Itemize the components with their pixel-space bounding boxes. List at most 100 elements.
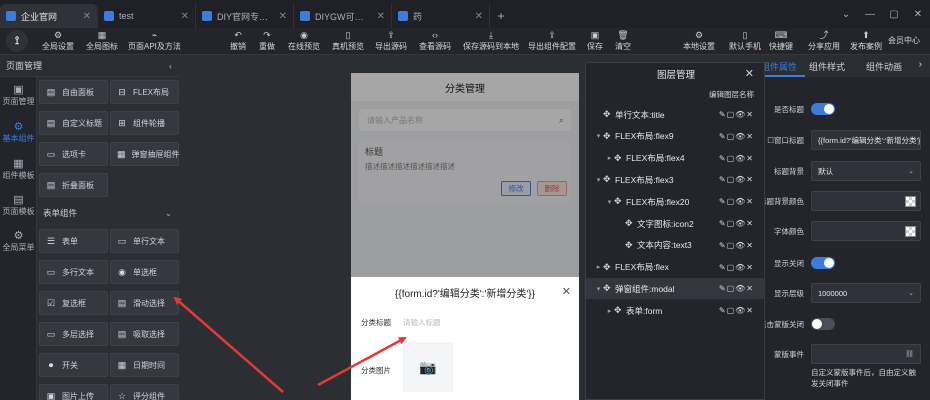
global-settings-button[interactable]: ⚙ 全局设置 bbox=[42, 30, 74, 52]
component-tabs[interactable]: ▭ 选项卡 bbox=[39, 142, 108, 166]
layer-row[interactable]: ▸ ✥ FLEX布局:flex ✎▢👁✕ bbox=[586, 257, 764, 278]
font-color-picker[interactable] bbox=[811, 221, 921, 241]
local-settings-button[interactable]: ⚙ 本地设置 bbox=[683, 30, 715, 52]
move-icon[interactable]: ✥ bbox=[603, 262, 615, 273]
component-collapse[interactable]: ▤ 折叠面板 bbox=[39, 173, 108, 197]
component-image-upload[interactable]: ▣ 图片上传 bbox=[39, 384, 108, 400]
chevron-right-icon[interactable]: › bbox=[919, 59, 922, 70]
rail-item-page-manage[interactable]: ▣ 页面管理 bbox=[0, 84, 37, 107]
mask-event-input[interactable]: ⛓ bbox=[811, 344, 921, 364]
close-icon[interactable]: ✕ bbox=[279, 11, 287, 22]
layer-actions[interactable]: ✎▢👁✕ bbox=[719, 132, 754, 141]
minimize-icon[interactable]: — bbox=[858, 0, 882, 28]
mask-close-toggle[interactable] bbox=[811, 318, 835, 330]
layer-row[interactable]: ▾ ✥ FLEX布局:flex20 ✎▢👁✕ bbox=[586, 191, 764, 212]
caret-icon[interactable]: ▾ bbox=[594, 132, 603, 140]
caret-icon[interactable]: ▸ bbox=[605, 307, 614, 315]
layer-actions[interactable]: ✎▢👁✕ bbox=[719, 284, 754, 293]
save-button[interactable]: ▣ 保存 bbox=[587, 30, 603, 52]
form-section-header[interactable]: 表单组件 ⌄ bbox=[37, 204, 180, 222]
move-icon[interactable]: ✥ bbox=[614, 153, 626, 164]
browser-tab[interactable]: DIY官网专注微信... ✕ bbox=[196, 4, 294, 28]
component-cascade[interactable]: ▭ 多层选择 bbox=[39, 322, 108, 346]
caret-icon[interactable]: ▸ bbox=[605, 154, 614, 162]
save-local-button[interactable]: ⤓ 保存源码到本地 bbox=[463, 30, 519, 52]
layer-row[interactable]: ▾ ✥ 弹窗组件:modal ✎▢👁✕ bbox=[586, 278, 764, 300]
tab-component-props[interactable]: 组件属性 bbox=[761, 60, 797, 73]
clear-button[interactable]: 🗑 清空 bbox=[615, 30, 631, 52]
component-radio[interactable]: ◉ 单选框 bbox=[110, 260, 179, 284]
component-drawer[interactable]: ▦ 弹窗抽屉组件 bbox=[110, 142, 180, 166]
component-single-text[interactable]: ▭ 单行文本 bbox=[110, 229, 179, 253]
layer-actions[interactable]: ✎▢👁✕ bbox=[719, 263, 754, 272]
shortcut-button[interactable]: ⌨ 快捷键 bbox=[769, 30, 793, 52]
close-icon[interactable]: ✕ bbox=[745, 67, 754, 80]
move-icon[interactable]: ✥ bbox=[625, 218, 637, 229]
caret-icon[interactable]: ▾ bbox=[594, 176, 603, 184]
rail-item-page-templates[interactable]: ▤ 页面模板 bbox=[0, 194, 37, 217]
layer-row[interactable]: ▾ ✥ FLEX布局:flex9 ✎▢👁✕ bbox=[586, 126, 764, 147]
move-icon[interactable]: ✥ bbox=[603, 174, 615, 185]
browser-tab[interactable]: DIYGW可视化 ✕ bbox=[294, 4, 392, 28]
component-carousel[interactable]: ⊞ 组件轮播 bbox=[110, 111, 179, 135]
member-center-button[interactable]: 会员中心 bbox=[888, 35, 920, 46]
browser-tab[interactable]: 药 ✕ bbox=[392, 4, 490, 28]
component-rating[interactable]: ☆ 评分组件 bbox=[110, 384, 179, 400]
move-icon[interactable]: ✥ bbox=[614, 305, 626, 316]
close-window-icon[interactable]: ✕ bbox=[906, 0, 930, 28]
caret-icon[interactable]: ▸ bbox=[594, 263, 603, 271]
layer-row[interactable]: ✥ 单行文本:title ✎▢👁✕ bbox=[586, 104, 764, 125]
title-bg-color-picker[interactable] bbox=[811, 191, 921, 211]
image-upload[interactable]: 📷 bbox=[403, 342, 453, 392]
layer-actions[interactable]: ✎▢👁✕ bbox=[719, 154, 754, 163]
close-icon[interactable]: ✕ bbox=[562, 285, 571, 298]
show-close-toggle[interactable] bbox=[811, 257, 835, 269]
component-form[interactable]: ☰ 表单 bbox=[39, 229, 108, 253]
page-api-button[interactable]: ⌁ 页面API及方法 bbox=[128, 30, 181, 52]
new-tab-button[interactable]: + bbox=[490, 4, 512, 28]
tab-component-style[interactable]: 组件样式 bbox=[809, 60, 845, 73]
caret-icon[interactable]: ▾ bbox=[605, 198, 614, 206]
layer-actions[interactable]: ✎▢👁✕ bbox=[719, 197, 754, 206]
checkbox-icon[interactable]: ☐ bbox=[767, 136, 774, 145]
layer-actions[interactable]: ✎▢👁✕ bbox=[719, 219, 754, 228]
component-datetime[interactable]: ▦ 日期时间 bbox=[110, 353, 179, 377]
device-preview-button[interactable]: ▯ 真机预览 bbox=[332, 30, 364, 52]
layer-actions[interactable]: ✎▢👁✕ bbox=[719, 306, 754, 315]
rail-item-basic-components[interactable]: ⚙ 基本组件 bbox=[0, 121, 37, 144]
share-app-button[interactable]: ⤴ 分享应用 bbox=[808, 30, 840, 52]
component-slider[interactable]: ▤ 滑动选择 bbox=[110, 291, 179, 315]
close-icon[interactable]: ✕ bbox=[377, 11, 385, 22]
default-phone-button[interactable]: ▯ 默认手机 bbox=[729, 30, 761, 52]
component-flex[interactable]: ⊟ FLEX布局 bbox=[110, 80, 179, 104]
edit-layer-name-button[interactable]: 编辑图层名称 bbox=[709, 89, 754, 100]
component-textarea[interactable]: ▭ 多行文本 bbox=[39, 260, 108, 284]
tab-search-icon[interactable]: ⌄ bbox=[834, 0, 858, 28]
maximize-icon[interactable]: ▢ bbox=[882, 0, 906, 28]
component-custom-title[interactable]: ▤ 自定义标题 bbox=[39, 111, 108, 135]
layer-actions[interactable]: ✎▢👁✕ bbox=[719, 175, 754, 184]
z-index-select[interactable]: 1000000 ⌄ bbox=[811, 283, 921, 303]
move-icon[interactable]: ✥ bbox=[625, 240, 637, 251]
publish-case-button[interactable]: ⬆ 发布案例 bbox=[850, 30, 882, 52]
move-icon[interactable]: ✥ bbox=[603, 283, 615, 294]
layer-row[interactable]: ▾ ✥ FLEX布局:flex3 ✎▢👁✕ bbox=[586, 169, 764, 190]
collapse-chevron-icon[interactable]: ‹ bbox=[169, 61, 172, 71]
layer-actions[interactable]: ✎▢👁✕ bbox=[719, 110, 754, 119]
layer-row[interactable]: ✥ 文字图标:icon2 ✎▢👁✕ bbox=[586, 213, 764, 234]
view-source-button[interactable]: ‹› 查看源码 bbox=[419, 30, 451, 52]
close-icon[interactable]: ✕ bbox=[181, 11, 189, 22]
caret-icon[interactable]: ▾ bbox=[594, 285, 603, 293]
move-icon[interactable]: ✥ bbox=[603, 109, 615, 120]
export-config-button[interactable]: ⇪ 导出组件配置 bbox=[528, 30, 576, 52]
component-switch[interactable]: ⏺ 开关 bbox=[39, 353, 108, 377]
layer-row[interactable]: ▸ ✥ 表单:form ✎▢👁✕ bbox=[586, 300, 764, 321]
component-free-panel[interactable]: ▤ 自由面板 bbox=[39, 80, 108, 104]
export-source-button[interactable]: ⇪ 导出源码 bbox=[375, 30, 407, 52]
undo-button[interactable]: ↶ 撤销 bbox=[230, 30, 246, 52]
title-background-select[interactable]: 默认 ⌄ bbox=[811, 161, 921, 181]
global-icons-button[interactable]: ▦ 全局图标 bbox=[86, 30, 118, 52]
show-title-toggle[interactable] bbox=[811, 103, 835, 115]
close-icon[interactable]: ✕ bbox=[83, 11, 91, 22]
browser-tab[interactable]: 企业官网 ✕ bbox=[0, 4, 98, 28]
